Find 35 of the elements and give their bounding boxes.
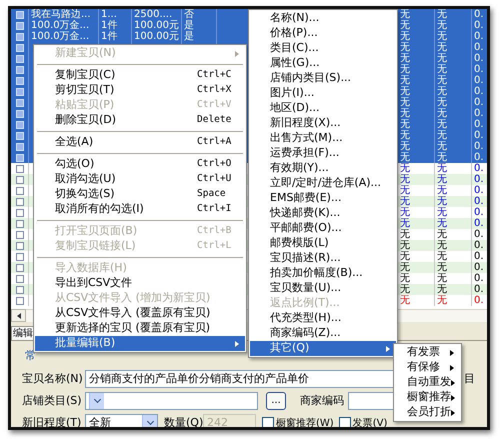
table-cell-text: 0. (473, 86, 485, 97)
table-cell-text: 0. (473, 229, 485, 240)
table-cell-text: 0. (473, 207, 485, 218)
table-cell-text: 0. (473, 196, 485, 207)
table-cell-text: 0. (473, 284, 485, 295)
table-cell-text: 0. (473, 262, 485, 273)
field-label: 目 (464, 370, 475, 387)
table-cell-text: 0. (473, 75, 485, 86)
field-label: 新旧程度(T) (22, 414, 82, 427)
table-cell-text: 0. (473, 185, 485, 196)
table-cell-text: 0. (473, 218, 485, 229)
table-cell-text: 0. (473, 163, 485, 174)
table-cell-text: 0. (473, 295, 485, 306)
field-label: 商家编码 (300, 392, 344, 409)
table-cell-text: 0. (473, 108, 485, 119)
field-label: 宝贝名称(N) (22, 370, 84, 387)
table-cell-text: 0. (473, 251, 485, 262)
table-cell: 无 (435, 295, 472, 306)
table-cell-text: 0. (473, 240, 485, 251)
table-cell-text: 0. (473, 119, 485, 130)
table-cell-text: 0. (473, 97, 485, 108)
table-cell-text: 0. (473, 53, 485, 64)
table-cell-text: 0. (473, 130, 485, 141)
table-cell-text: 0. (473, 31, 485, 42)
table-cell-text: 0. (473, 152, 485, 163)
table-cell-text: 0. (473, 273, 485, 284)
table-cell-text: 0. (473, 64, 485, 75)
field-label: 店铺类目(S) (22, 392, 83, 409)
table-cell-text: 0. (473, 9, 485, 20)
table-cell-text: 0. (473, 42, 485, 53)
field-label: 数量(Q) (164, 414, 203, 427)
group-label: 常 (25, 350, 36, 362)
table-cell-text: 0. (473, 141, 485, 152)
table-cell-text: 0. (473, 20, 485, 31)
table-cell-text: 0. (473, 174, 485, 185)
